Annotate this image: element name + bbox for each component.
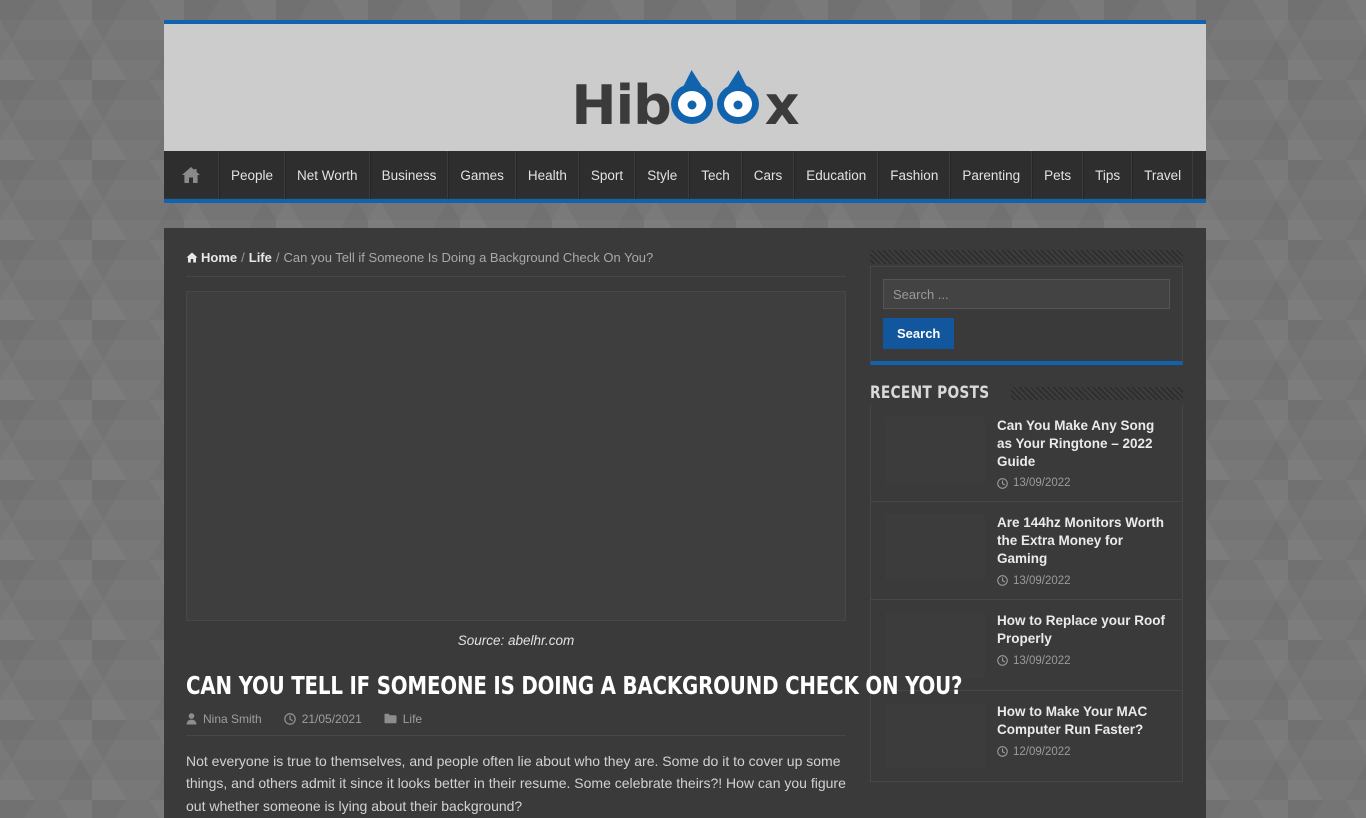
post-text: Can You Make Any Song as Your Ringtone –… xyxy=(997,417,1168,489)
post-thumbnail xyxy=(885,702,985,769)
logo-pupil-left xyxy=(687,100,697,110)
page-title: Can You Tell if Someone Is Doing a Backg… xyxy=(186,671,963,700)
featured-image xyxy=(186,291,846,621)
widget-header: Recent Posts xyxy=(870,383,1183,403)
clock-icon xyxy=(997,478,1008,489)
folder-icon xyxy=(384,713,397,724)
meta-author-label: Nina Smith xyxy=(203,711,262,726)
post-thumbnail xyxy=(885,611,985,678)
main-column: Home / Life / Can you Tell if Someone Is… xyxy=(186,250,963,818)
clock-icon xyxy=(997,575,1008,587)
featured-image-caption: Source: abelhr.com xyxy=(457,633,575,648)
site-header: Hib x xyxy=(164,20,1206,151)
nav-item-parenting[interactable]: Parenting xyxy=(950,151,1033,199)
logo-pupil-right xyxy=(733,100,743,110)
nav-item-education[interactable]: Education xyxy=(794,151,879,199)
post-date-label: 13/09/2022 xyxy=(1013,574,1071,587)
main-navigation: People Net Worth Business Games Health S… xyxy=(164,151,1206,203)
widget-stripe-decoration xyxy=(870,250,1183,264)
nav-item-cars[interactable]: Cars xyxy=(741,151,795,199)
breadcrumb: Home / Life / Can you Tell if Someone Is… xyxy=(186,250,846,277)
post-date-label: 13/09/2022 xyxy=(1013,654,1071,667)
nav-item-travel[interactable]: Travel xyxy=(1132,151,1194,199)
logo-eyes-icon xyxy=(670,68,765,124)
article-meta: Nina Smith 21/05/2021 Life xyxy=(186,701,846,736)
post-text: How to Replace your Roof Properly 13/09/… xyxy=(997,612,1168,678)
search-input[interactable] xyxy=(883,279,1170,309)
nav-item-people[interactable]: People xyxy=(219,151,286,199)
search-button[interactable]: Search xyxy=(883,318,955,349)
post-date-label: 13/09/2022 xyxy=(1013,477,1071,490)
nav-item-home[interactable] xyxy=(164,151,219,199)
widget-search: Search xyxy=(870,250,1183,365)
logo-eye-left-icon xyxy=(670,84,713,124)
post-date: 13/09/2022 xyxy=(997,575,1168,587)
post-title-link[interactable]: How to Replace your Roof Properly xyxy=(997,612,1168,648)
nav-item-style[interactable]: Style xyxy=(635,151,690,199)
list-item[interactable]: Are 144hz Monitors Worth the Extra Money… xyxy=(871,502,1182,600)
clock-icon xyxy=(997,655,1008,666)
nav-item-health[interactable]: Health xyxy=(515,151,579,199)
breadcrumb-current-page: Can you Tell if Someone Is Doing a Backg… xyxy=(283,250,654,265)
meta-author[interactable]: Nina Smith xyxy=(186,712,262,726)
widget-stripe-decoration xyxy=(1010,386,1183,400)
nav-item-tips[interactable]: Tips xyxy=(1083,151,1133,199)
post-date-label: 12/09/2022 xyxy=(1013,745,1071,758)
nav-item-pets[interactable]: Pets xyxy=(1032,151,1084,199)
list-item[interactable]: Can You Make Any Song as Your Ringtone –… xyxy=(871,405,1182,503)
widget-recent-posts: Recent Posts Can You Make Any Song as Yo… xyxy=(870,383,1183,782)
logo-text-prefix: Hib xyxy=(571,74,671,137)
logo-eye-right-icon xyxy=(716,84,759,124)
nav-item-business[interactable]: Business xyxy=(369,151,449,199)
breadcrumb-category-link[interactable]: Life xyxy=(249,250,272,265)
recent-posts-list: Can You Make Any Song as Your Ringtone –… xyxy=(870,405,1183,782)
meta-date: 21/05/2021 xyxy=(283,711,362,726)
nav-item-games[interactable]: Games xyxy=(448,151,516,199)
user-icon xyxy=(186,712,197,725)
sidebar: Search Recent Posts Can You Make Any Son… xyxy=(870,250,1183,818)
site-wrapper: Hib x People Net Worth Business Games Hea… xyxy=(164,20,1206,818)
clock-icon xyxy=(283,712,296,725)
post-text: How to Make Your MAC Computer Run Faster… xyxy=(997,703,1168,769)
meta-category[interactable]: Life xyxy=(384,712,422,726)
post-date: 13/09/2022 xyxy=(997,477,1168,489)
post-date: 12/09/2022 xyxy=(997,746,1168,758)
content-area: Home / Life / Can you Tell if Someone Is… xyxy=(164,228,1206,818)
home-icon xyxy=(182,167,200,183)
post-thumbnail xyxy=(885,417,985,483)
article-body: Not everyone is true to themselves, and … xyxy=(186,752,846,815)
logo-text-suffix: x xyxy=(764,74,800,137)
nav-item-fashion[interactable]: Fashion xyxy=(878,151,951,199)
post-text: Are 144hz Monitors Worth the Extra Money… xyxy=(997,514,1168,586)
post-date: 13/09/2022 xyxy=(997,655,1168,667)
widget-title-recent-posts: Recent Posts xyxy=(870,383,990,403)
post-thumbnail xyxy=(885,514,985,581)
breadcrumb-home-label: Home xyxy=(201,250,238,265)
post-title-link[interactable]: Can You Make Any Song as Your Ringtone –… xyxy=(997,417,1168,470)
list-item[interactable]: How to Make Your MAC Computer Run Faster… xyxy=(871,691,1182,781)
breadcrumb-home-link[interactable]: Home xyxy=(186,250,237,265)
breadcrumb-separator-1: / xyxy=(241,250,245,265)
nav-item-net-worth[interactable]: Net Worth xyxy=(285,151,370,199)
site-logo[interactable]: Hib x xyxy=(164,68,1206,133)
nav-item-sport[interactable]: Sport xyxy=(578,151,636,199)
home-icon xyxy=(186,252,198,263)
post-title-link[interactable]: How to Make Your MAC Computer Run Faster… xyxy=(997,703,1168,739)
clock-icon xyxy=(997,746,1008,757)
breadcrumb-separator-2: / xyxy=(275,250,280,265)
nav-item-tech[interactable]: Tech xyxy=(689,151,742,199)
meta-date-label: 21/05/2021 xyxy=(301,711,362,726)
search-form: Search xyxy=(870,266,1183,365)
post-title-link[interactable]: Are 144hz Monitors Worth the Extra Money… xyxy=(997,514,1168,567)
meta-category-label: Life xyxy=(402,711,423,726)
